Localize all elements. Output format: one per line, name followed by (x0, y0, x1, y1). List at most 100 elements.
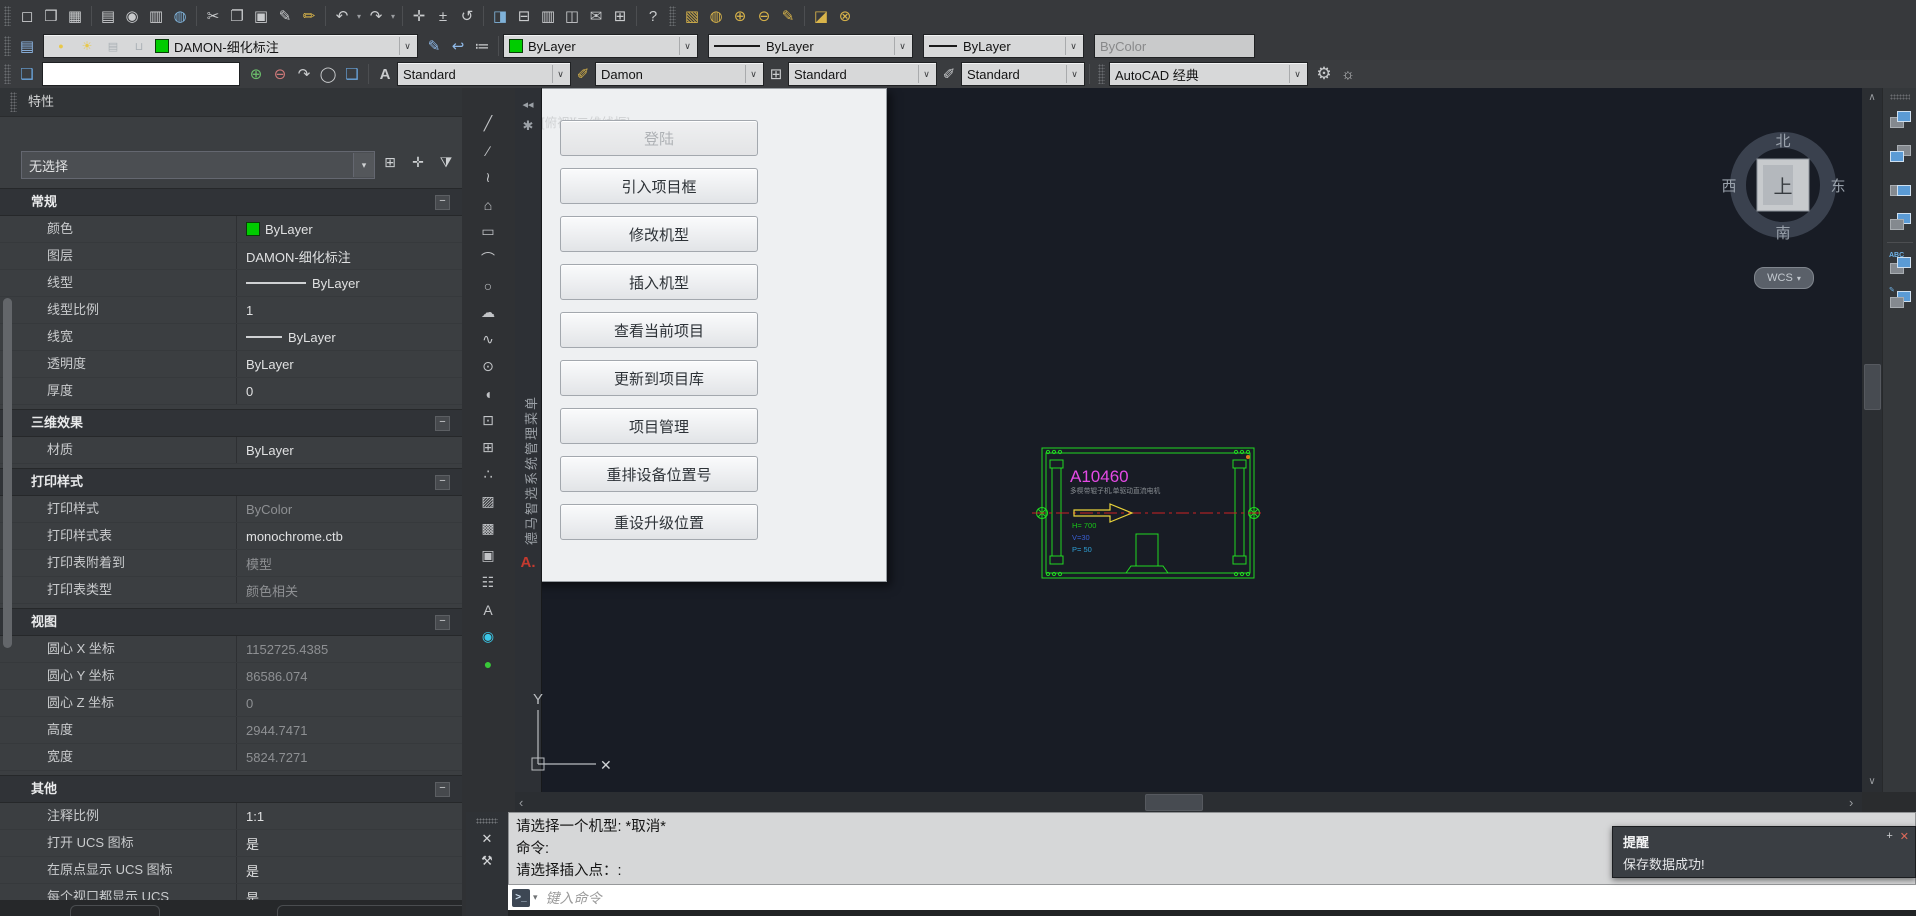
hatch-icon[interactable]: ▨ (476, 490, 500, 513)
compass-north[interactable]: 北 (1775, 133, 1790, 150)
paste-icon[interactable]: ▣ (249, 4, 273, 28)
select-objects-icon[interactable]: ✛ (406, 150, 430, 174)
lineweight-dropdown[interactable]: ByLayer ∨ (923, 34, 1084, 58)
compass-east[interactable]: 东 (1830, 178, 1845, 195)
section-header[interactable]: 视图− (0, 608, 462, 636)
scroll-left-icon[interactable]: ‹ (519, 795, 523, 810)
revision-cloud-icon[interactable]: ☁ (476, 301, 500, 324)
toolbar-grip[interactable] (4, 6, 11, 26)
selection-type-dropdown[interactable]: 无选择 ▾ (21, 151, 375, 179)
wcs-dropdown[interactable]: WCS ▾ (1754, 267, 1814, 289)
layer-freeze-sun-icon[interactable]: ☀ (75, 34, 99, 58)
dialog-button-view-current-project[interactable]: 查看当前项目 (560, 312, 758, 348)
dialog-button-import-project-frame[interactable]: 引入项目框 (560, 168, 758, 204)
multiline-text-icon[interactable]: A (476, 598, 500, 621)
layer-previous-icon[interactable]: ↩ (446, 34, 470, 58)
toolbar-grip[interactable] (1890, 94, 1910, 100)
chevron-down-icon[interactable]: ∨ (1289, 65, 1305, 83)
circle-plus-icon[interactable]: ⊕ (244, 62, 268, 86)
chevron-down-icon[interactable]: ∨ (679, 37, 695, 55)
open-file-icon[interactable]: ❒ (39, 4, 63, 28)
point-icon[interactable]: ∴ (476, 463, 500, 486)
collapse-icon[interactable]: − (435, 416, 450, 431)
line-icon[interactable]: ╱ (476, 112, 500, 135)
batch-plot-icon[interactable]: ▥ (144, 4, 168, 28)
text-to-front-icon[interactable]: ABC (1889, 255, 1911, 275)
cad-conveyor-drawing[interactable]: A10460 多楔带辊子机,单驱动直流电机 H= 700 V=30 P= 50 (1030, 440, 1266, 584)
send-under-objects-icon[interactable] (1889, 211, 1911, 231)
toggle-pickadd-icon[interactable]: ⊞ (378, 150, 402, 174)
properties-palette-icon[interactable]: ◨ (488, 4, 512, 28)
construction-line-icon[interactable]: ∕ (476, 139, 500, 162)
rotate-arrow-icon[interactable]: ↷ (292, 62, 316, 86)
toolbar-grip[interactable] (4, 36, 11, 56)
save-file-icon[interactable]: ▦ (63, 4, 87, 28)
make-block-icon[interactable]: ⊞ (476, 436, 500, 459)
palette-grip[interactable] (10, 92, 17, 112)
property-value[interactable]: 1:1 (237, 803, 462, 829)
viewcube-top-label[interactable]: 上 (1773, 176, 1792, 198)
layer-freeze-tool-icon[interactable]: ◪ (809, 4, 833, 28)
section-header[interactable]: 常规− (0, 188, 462, 216)
collapse-icon[interactable]: − (435, 195, 450, 210)
tool-palettes-icon[interactable]: ▥ (536, 4, 560, 28)
make-object-layer-current-icon[interactable]: ✎ (422, 34, 446, 58)
pan-icon[interactable]: ✛ (407, 4, 431, 28)
property-value[interactable]: ByLayer (237, 437, 462, 463)
change-to-current-layer-icon[interactable]: ⊕ (728, 4, 752, 28)
redo-icon[interactable]: ↷ (364, 4, 388, 28)
bring-to-front-icon[interactable] (1889, 109, 1911, 129)
copy-to-new-layer-icon[interactable]: ⊖ (752, 4, 776, 28)
circle-blue-tool-icon[interactable]: ◉ (476, 625, 500, 648)
sheet-set-manager-icon[interactable]: ◫ (560, 4, 584, 28)
circle-minus-icon[interactable]: ⊖ (268, 62, 292, 86)
horizontal-scroll-thumb[interactable] (1145, 794, 1203, 811)
zoom-realtime-icon[interactable]: ± (431, 4, 455, 28)
layer-walk-icon[interactable]: ▧ (680, 4, 704, 28)
vertical-scrollbar[interactable]: ∧ ∨ (1862, 88, 1882, 792)
collapse-icon[interactable]: − (435, 615, 450, 630)
compass-south[interactable]: 南 (1775, 225, 1790, 242)
layer-off-tool-icon[interactable]: ⊗ (833, 4, 857, 28)
collapse-icon[interactable]: − (435, 475, 450, 490)
divider-icon[interactable] (1887, 242, 1913, 244)
settings-icon[interactable]: ✱ (515, 118, 541, 134)
property-value[interactable]: 是 (237, 830, 462, 856)
design-center-icon[interactable]: ⊟ (512, 4, 536, 28)
dimension-style-dropdown[interactable]: Damon ∨ (595, 62, 764, 86)
new-file-icon[interactable]: ◻ (15, 4, 39, 28)
layer-isolate-icon[interactable]: ✎ (776, 4, 800, 28)
quick-calc-icon[interactable]: ⊞ (608, 4, 632, 28)
circle-icon[interactable]: ○ (476, 274, 500, 297)
table-icon[interactable]: ☷ (476, 571, 500, 594)
property-value[interactable]: 是 (237, 884, 462, 900)
table-style-dropdown[interactable]: Standard ∨ (788, 62, 937, 86)
dialog-button-modify-model[interactable]: 修改机型 (560, 216, 758, 252)
arc-icon[interactable]: ⌒ (476, 247, 500, 270)
scroll-right-icon[interactable]: › (1849, 795, 1853, 810)
chevron-down-icon[interactable]: ∨ (552, 65, 568, 83)
compass-west[interactable]: 西 (1721, 178, 1736, 195)
command-input-row[interactable]: >_ ▾ (508, 884, 1916, 910)
property-value[interactable]: 0 (237, 378, 462, 404)
horizontal-scrollbar[interactable]: ‹ › (515, 792, 1862, 812)
dialog-button-update-to-project-library[interactable]: 更新到项目库 (560, 360, 758, 396)
multileader-style-dropdown[interactable]: Standard ∨ (961, 62, 1085, 86)
property-value[interactable]: 1 (237, 297, 462, 323)
model-space-canvas[interactable]: [-][俯视][二维线框] ◂◂ ✱ 德马智选系统管理菜单 A. 登陆引入项目框… (515, 88, 1862, 792)
quick-text-input[interactable] (42, 62, 240, 86)
layer-match-icon[interactable]: ◍ (704, 4, 728, 28)
dialog-button-reset-upgrade-position[interactable]: 重设升级位置 (560, 504, 758, 540)
insert-block-icon[interactable]: ⊡ (476, 409, 500, 432)
dialog-button-project-management[interactable]: 项目管理 (560, 408, 758, 444)
layer-plot-printer-icon[interactable]: ▤ (101, 34, 125, 58)
redo-menu-icon[interactable]: ▾ (388, 4, 398, 28)
circle-tool-icon[interactable]: ◯ (316, 62, 340, 86)
clip-blue-icon[interactable]: ❑ (15, 62, 39, 86)
close-icon[interactable]: ✕ (475, 828, 499, 850)
property-value[interactable]: monochrome.ctb (237, 523, 462, 549)
help-icon[interactable]: ? (641, 4, 665, 28)
publish-web-icon[interactable]: ◍ (168, 4, 192, 28)
text-style-dropdown[interactable]: Standard ∨ (397, 62, 571, 86)
property-value[interactable]: ByLayer (237, 324, 462, 350)
